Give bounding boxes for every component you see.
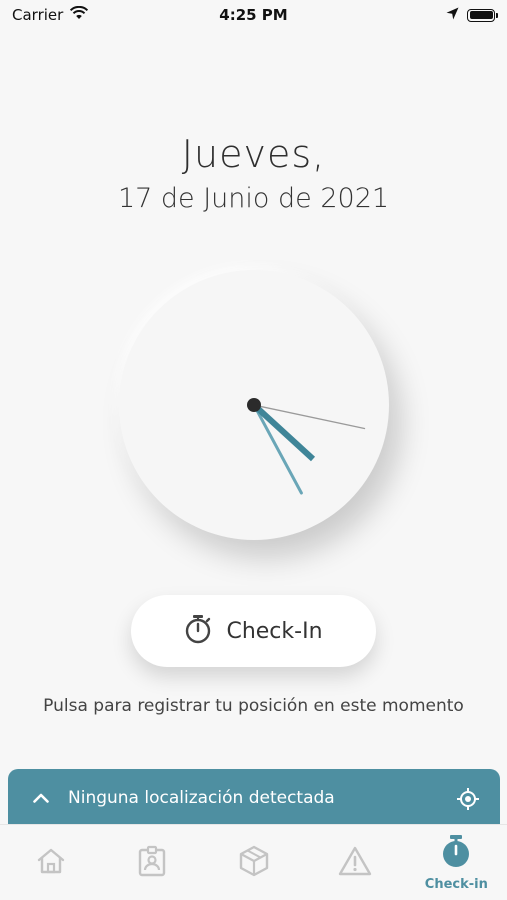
hour-hand — [251, 402, 316, 462]
warning-icon — [338, 846, 372, 880]
status-right — [446, 6, 498, 24]
home-icon — [36, 847, 66, 879]
location-status-text: Ninguna localización detectada — [68, 788, 335, 808]
check-in-label: Check-In — [226, 618, 323, 644]
clock-center-dot — [247, 398, 261, 412]
badge-icon — [138, 845, 166, 881]
battery-icon — [467, 8, 498, 22]
location-panel-toggle[interactable]: Ninguna localización detectada — [8, 769, 500, 827]
status-bar: Carrier 4:25 PM — [0, 0, 507, 32]
box-icon — [239, 845, 269, 881]
tab-bar: Check-in — [0, 824, 507, 900]
tab-badge[interactable] — [101, 825, 202, 900]
stopwatch-icon — [440, 834, 472, 873]
tab-check-in-label: Check-in — [424, 876, 488, 892]
full-date: 17 de Junio de 2021 — [117, 183, 390, 214]
chevron-up-icon — [30, 787, 52, 809]
analog-clock — [119, 270, 389, 540]
tab-warning[interactable] — [304, 825, 405, 900]
tab-box[interactable] — [203, 825, 304, 900]
target-icon[interactable] — [456, 787, 480, 815]
screen: Carrier 4:25 PM Jueves, 17 de Junio de 2… — [0, 0, 507, 900]
minute-hand — [252, 403, 303, 495]
weekday-title: Jueves, — [181, 132, 326, 176]
clock-face — [247, 398, 366, 495]
status-time: 4:25 PM — [219, 6, 288, 24]
check-in-hint: Pulsa para registrar tu posición en este… — [43, 696, 464, 716]
location-arrow-icon — [446, 6, 459, 24]
tab-home[interactable] — [0, 825, 101, 900]
stopwatch-icon — [184, 614, 212, 648]
check-in-button[interactable]: Check-In — [131, 595, 376, 667]
tab-check-in[interactable]: Check-in — [406, 825, 507, 900]
